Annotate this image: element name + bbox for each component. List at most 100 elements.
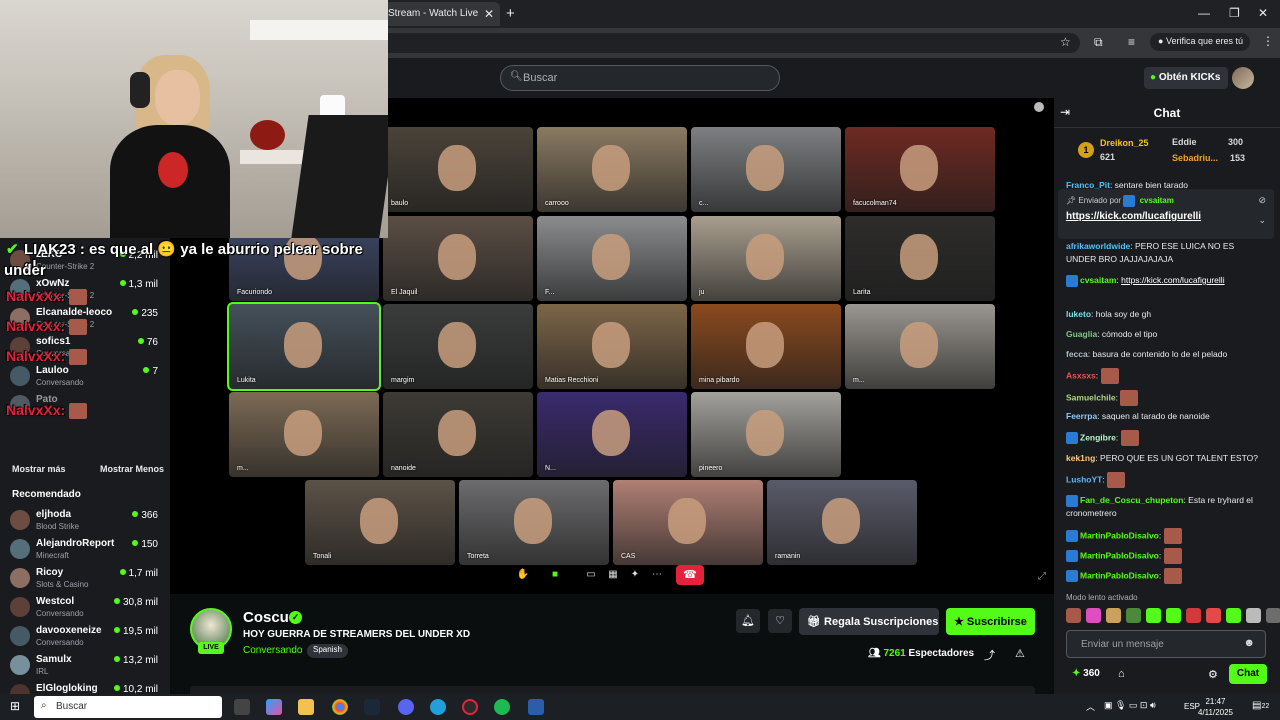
address-bar[interactable] (380, 33, 1080, 53)
participant-tile[interactable]: El Jaquil (383, 216, 533, 301)
participant-tile[interactable]: CAS (613, 480, 763, 565)
recommended-channel[interactable]: Samulx IRL 13,2 mil (0, 651, 170, 679)
get-kicks-button[interactable]: ● Obtén KICKs (1144, 67, 1228, 89)
hang-up-button[interactable]: ☎ (676, 565, 704, 585)
new-tab-icon[interactable]: + (506, 5, 515, 22)
participant-tile[interactable]: margim (383, 304, 533, 389)
media-control-icon[interactable]: ≡ (1128, 35, 1135, 49)
chat-username[interactable]: Asxsxs (1066, 370, 1096, 380)
profile-verify-button[interactable]: ● Verifica que eres tú (1150, 33, 1250, 51)
chrome-icon[interactable] (332, 699, 348, 715)
maximize-icon[interactable]: ❐ (1229, 6, 1240, 20)
participant-tile[interactable]: N... (537, 392, 687, 477)
effects-icon[interactable]: ✦ (626, 565, 644, 585)
close-tab-icon[interactable]: ✕ (484, 7, 494, 21)
participant-tile[interactable]: Torreta (459, 480, 609, 565)
site-search-input[interactable]: 🔍︎ Buscar (500, 65, 780, 91)
pinned-user[interactable]: cvsaitam (1140, 196, 1174, 205)
raise-hand-icon[interactable]: ✋ (514, 565, 532, 585)
recommended-channel[interactable]: AlejandroReport Minecraft 150 (0, 535, 170, 563)
extensions-icon[interactable]: ⧉ (1094, 35, 1103, 50)
quick-emote-icon[interactable] (1146, 608, 1161, 623)
participant-tile[interactable]: c... (691, 127, 841, 212)
pinned-link[interactable]: https://kick.com/lucafigurelli (1066, 211, 1201, 222)
participant-tile[interactable]: Larita (845, 216, 995, 301)
chat-username[interactable]: Samuelchile (1066, 392, 1116, 402)
recommended-channel[interactable]: Ricoy Slots & Casino 1,7 mil (0, 564, 170, 592)
share-icon[interactable]: ⤴ (984, 647, 995, 663)
quick-emote-icon[interactable] (1106, 608, 1121, 623)
camera-icon[interactable]: ■ (546, 565, 564, 585)
task-view-icon[interactable] (234, 699, 250, 715)
chat-bubble-icon[interactable] (1034, 102, 1044, 112)
quick-emote-icon[interactable] (1206, 608, 1221, 623)
chat-username[interactable]: fecca (1066, 349, 1088, 359)
show-more-button[interactable]: Mostrar más (12, 464, 66, 474)
chat-username[interactable]: afrikaworldwide (1066, 241, 1130, 251)
notification-bell-icon[interactable]: 🔔︎ (736, 609, 760, 633)
leader-3-name[interactable]: Sebadriu... (1172, 153, 1218, 163)
quick-emote-icon[interactable] (1066, 608, 1081, 623)
show-less-button[interactable]: Mostrar Menos (100, 464, 164, 474)
chat-username[interactable]: cvsaitam (1080, 275, 1116, 285)
participant-tile[interactable]: nanoide (383, 392, 533, 477)
quick-emote-icon[interactable] (1086, 608, 1101, 623)
chat-username[interactable]: MartinPabloDisalvo (1080, 530, 1159, 540)
participant-tile[interactable]: ju (691, 216, 841, 301)
send-chat-button[interactable]: Chat (1229, 664, 1267, 684)
chat-username[interactable]: kek1ng (1066, 453, 1095, 463)
bookmark-star-icon[interactable]: ☆ (1060, 35, 1071, 49)
tray-icons[interactable]: ▣ 🎙︎ ▭ ⊡ 🔊︎ (1104, 700, 1156, 711)
channel-points[interactable]: ✦ 360 (1072, 668, 1100, 679)
participant-tile[interactable]: carrooo (537, 127, 687, 212)
emoji-picker-icon[interactable]: ☻ (1243, 637, 1255, 649)
expand-chevron-icon[interactable]: ⌄ (1258, 215, 1266, 226)
chat-username[interactable]: luketo (1066, 309, 1091, 319)
chat-text[interactable]: https://kick.com/lucafigurelli (1121, 275, 1224, 285)
app-icon[interactable] (528, 699, 544, 715)
chat-username[interactable]: LushoYT (1066, 474, 1102, 484)
discord-icon[interactable] (398, 699, 414, 715)
spotify-icon[interactable] (494, 699, 510, 715)
participant-tile[interactable]: ramanin (767, 480, 917, 565)
close-window-icon[interactable]: ✕ (1258, 6, 1268, 20)
participant-tile[interactable]: m... (845, 304, 995, 389)
participant-tile[interactable]: mina pibardo (691, 304, 841, 389)
streamer-name[interactable]: Coscu (243, 609, 289, 626)
gift-subs-button[interactable]: 🎁︎ Regala Suscripciones (799, 608, 939, 635)
quick-emote-icon[interactable] (1126, 608, 1141, 623)
telegram-icon[interactable] (430, 699, 446, 715)
system-clock[interactable]: 21:47 4/11/2025 (1198, 696, 1233, 718)
language-tag[interactable]: Spanish (307, 644, 348, 658)
participant-tile[interactable]: pineero (691, 392, 841, 477)
start-windows-icon[interactable]: ⊞ (10, 699, 20, 713)
file-explorer-icon[interactable] (298, 699, 314, 715)
chat-username[interactable]: Guaglia (1066, 329, 1097, 339)
notification-center[interactable]: ▤22 (1252, 700, 1269, 711)
store-icon[interactable]: ⌂ (1118, 668, 1125, 680)
recommended-channel[interactable]: eljhoda Blood Strike 366 (0, 506, 170, 534)
chat-message-input[interactable]: Enviar un mensaje ☻ (1066, 630, 1266, 658)
participant-tile[interactable]: Matias Recchioni (537, 304, 687, 389)
quick-emote-icon[interactable] (1226, 608, 1241, 623)
chat-username[interactable]: Fan_de_Coscu_chupeton (1080, 495, 1183, 505)
quick-emote-icon[interactable] (1246, 608, 1261, 623)
browser-tab[interactable]: Stream - Watch Live ✕ (380, 2, 500, 26)
more-options-icon[interactable]: ⋯ (648, 565, 666, 585)
chat-username[interactable]: MartinPabloDisalvo (1080, 570, 1159, 580)
chat-username[interactable]: Feerrpa (1066, 411, 1097, 421)
report-icon[interactable]: ⚠ (1015, 647, 1025, 660)
tray-chevron-icon[interactable]: ︿ (1086, 700, 1095, 713)
stream-category[interactable]: Conversando (243, 645, 302, 656)
leader-2-name[interactable]: Eddie (1172, 137, 1197, 147)
participant-tile[interactable]: F... (537, 216, 687, 301)
subscribe-button[interactable]: ★ Suscribirse (946, 608, 1035, 635)
chat-settings-icon[interactable]: ⚙ (1208, 668, 1218, 681)
participant-tile[interactable]: Tonali (305, 480, 455, 565)
grid-view-icon[interactable]: ▦ (604, 565, 622, 585)
recommended-channel[interactable]: davooxeneize Conversando 19,5 mil (0, 622, 170, 650)
quick-emote-icon[interactable] (1186, 608, 1201, 623)
quick-emote-icon[interactable] (1266, 608, 1280, 623)
minimize-icon[interactable]: — (1198, 6, 1210, 20)
unpin-icon[interactable]: ⊘ (1258, 195, 1266, 206)
